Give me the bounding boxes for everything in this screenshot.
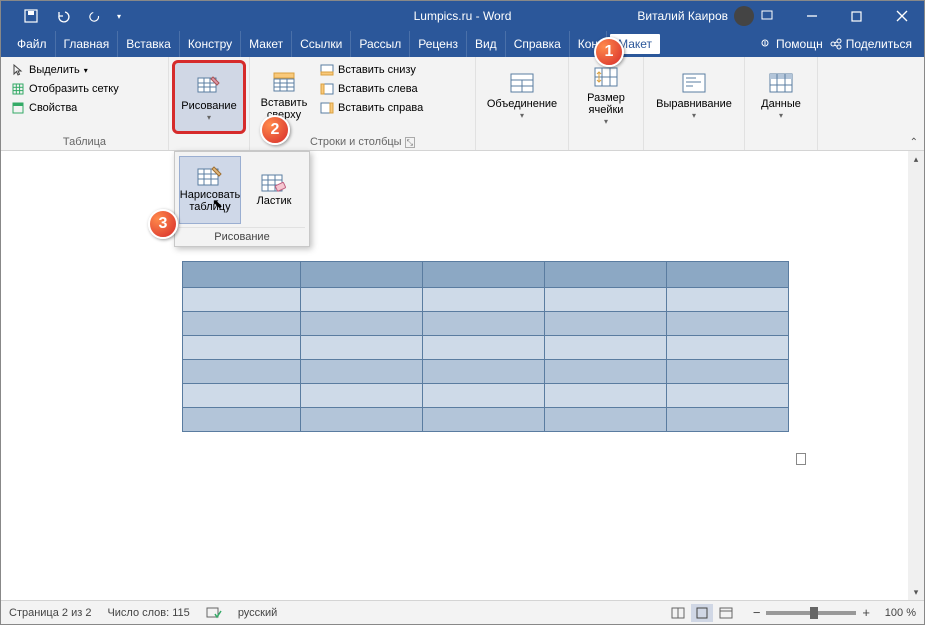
user-info[interactable]: Виталий Каиров <box>637 6 754 26</box>
scroll-down-icon[interactable]: ▾ <box>908 584 924 600</box>
table-row <box>183 312 789 336</box>
grid-icon <box>11 82 25 96</box>
zoom-out-button[interactable]: − <box>753 605 761 620</box>
word-count[interactable]: Число слов: 115 <box>107 607 189 619</box>
window-controls <box>744 1 924 31</box>
cellsize-icon <box>593 64 619 90</box>
tab-file[interactable]: Файл <box>9 31 56 57</box>
window-title: Lumpics.ru - Word <box>414 9 512 23</box>
select-button[interactable]: Выделить▾ <box>7 61 123 79</box>
data-dropdown[interactable]: Данные ▾ <box>751 61 811 129</box>
zoom-in-button[interactable]: + <box>862 605 870 620</box>
page-indicator[interactable]: Страница 2 из 2 <box>9 607 91 619</box>
draw-panel-title: Рисование <box>179 227 305 244</box>
callout-badge-2: 2 <box>260 115 290 145</box>
tab-layout[interactable]: Макет <box>241 31 292 57</box>
tell-me[interactable]: Помощн <box>759 37 823 51</box>
ribbon: Выделить▾ Отобразить сетку Свойства Табл… <box>1 57 924 151</box>
collapse-ribbon-icon[interactable]: ⌃ <box>910 137 918 148</box>
zoom-slider[interactable] <box>766 611 856 615</box>
alignment-icon <box>681 70 707 96</box>
close-button[interactable] <box>879 1 924 31</box>
share-button[interactable]: Поделиться <box>829 37 912 51</box>
share-label: Поделиться <box>846 37 912 51</box>
table-row <box>183 360 789 384</box>
table-row <box>183 288 789 312</box>
maximize-button[interactable] <box>834 1 879 31</box>
draw-dropdown-button[interactable]: Рисование ▾ <box>172 60 246 134</box>
tab-references[interactable]: Ссылки <box>292 31 351 57</box>
insert-left-icon <box>320 82 334 96</box>
ribbon-options-button[interactable] <box>744 1 789 31</box>
table-resize-handle[interactable] <box>796 453 806 465</box>
eraser-icon <box>261 172 287 194</box>
table[interactable] <box>182 261 789 432</box>
properties-button[interactable]: Свойства <box>7 99 123 117</box>
cursor-icon <box>11 63 25 77</box>
redo-button[interactable] <box>81 4 109 28</box>
insert-below-button[interactable]: Вставить снизу <box>316 61 427 79</box>
callout-badge-3: 3 <box>148 209 178 239</box>
draw-icon <box>196 72 222 98</box>
zoom-control: − + 100 % <box>753 605 916 620</box>
minimize-button[interactable] <box>789 1 834 31</box>
undo-button[interactable] <box>49 4 77 28</box>
insert-below-icon <box>320 63 334 77</box>
spellcheck-icon[interactable] <box>206 606 222 620</box>
callout-badge-1: 1 <box>594 37 624 67</box>
status-bar: Страница 2 из 2 Число слов: 115 русский … <box>1 600 924 624</box>
alignment-dropdown[interactable]: Выравнивание ▾ <box>650 61 738 129</box>
insert-right-icon <box>320 101 334 115</box>
scroll-up-icon[interactable]: ▴ <box>908 151 924 167</box>
merge-dropdown[interactable]: Объединение ▾ <box>482 61 562 129</box>
tab-view[interactable]: Вид <box>467 31 506 57</box>
read-mode-button[interactable] <box>667 604 689 622</box>
tab-design[interactable]: Констру <box>180 31 241 57</box>
chevron-down-icon: ▾ <box>604 118 608 127</box>
chevron-down-icon: ▾ <box>207 114 211 123</box>
insert-above-icon <box>271 69 297 95</box>
vertical-scrollbar[interactable]: ▴ ▾ <box>908 151 924 600</box>
tell-me-label: Помощн <box>776 37 823 51</box>
insert-right-button[interactable]: Вставить справа <box>316 99 427 117</box>
tab-review[interactable]: Реценз <box>410 31 467 57</box>
table-row <box>183 262 789 288</box>
group-label-table: Таблица <box>7 134 162 148</box>
insert-left-button[interactable]: Вставить слева <box>316 80 427 98</box>
draw-table-icon <box>197 166 223 188</box>
web-layout-button[interactable] <box>715 604 737 622</box>
zoom-value[interactable]: 100 % <box>876 607 916 619</box>
title-bar: ▾ Lumpics.ru - Word Виталий Каиров <box>1 1 924 31</box>
chevron-down-icon: ▾ <box>779 112 783 121</box>
table-row <box>183 384 789 408</box>
print-layout-button[interactable] <box>691 604 713 622</box>
chevron-down-icon: ▾ <box>520 112 524 121</box>
data-icon <box>768 70 794 96</box>
properties-icon <box>11 101 25 115</box>
tab-help[interactable]: Справка <box>506 31 570 57</box>
view-gridlines-button[interactable]: Отобразить сетку <box>7 80 123 98</box>
qat-dropdown[interactable]: ▾ <box>113 4 125 28</box>
language-indicator[interactable]: русский <box>238 607 277 619</box>
tab-mailings[interactable]: Рассыл <box>351 31 410 57</box>
table-row <box>183 336 789 360</box>
chevron-down-icon: ▾ <box>692 112 696 121</box>
tab-home[interactable]: Главная <box>56 31 119 57</box>
autosave-icon[interactable] <box>17 4 45 28</box>
merge-icon <box>509 70 535 96</box>
tab-insert[interactable]: Вставка <box>118 31 180 57</box>
draw-dropdown-panel: Нарисовать таблицу ⬉ Ластик Рисование <box>174 151 310 247</box>
draw-table-button[interactable]: Нарисовать таблицу ⬉ <box>179 156 241 224</box>
ribbon-tabs: Файл Главная Вставка Констру Макет Ссылк… <box>1 31 924 57</box>
eraser-button[interactable]: Ластик <box>243 156 305 224</box>
user-name: Виталий Каиров <box>637 9 728 23</box>
document-area: ▴ ▾ <box>1 151 924 600</box>
table-row <box>183 408 789 432</box>
quick-access-toolbar: ▾ <box>1 4 125 28</box>
cellsize-dropdown[interactable]: Размер ячейки ▾ <box>575 61 637 129</box>
